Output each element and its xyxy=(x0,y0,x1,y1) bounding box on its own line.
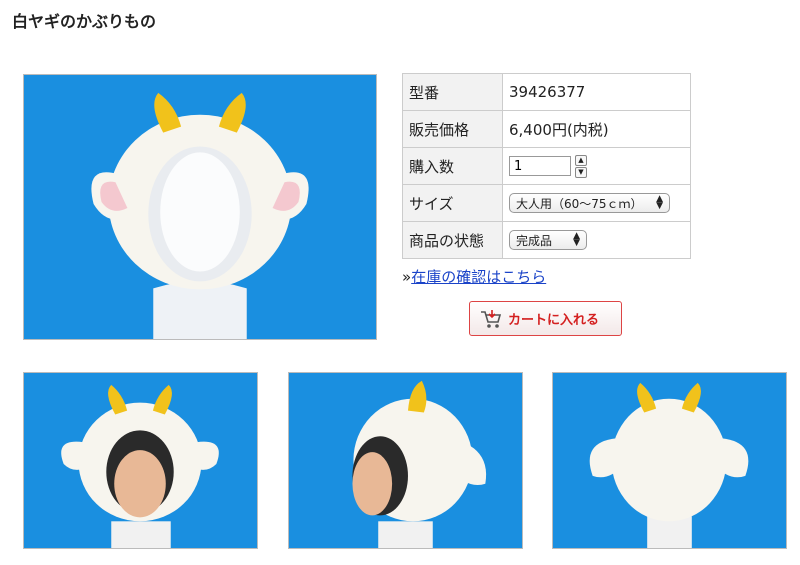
price-label: 販売価格 xyxy=(402,110,503,148)
quantity-input[interactable] xyxy=(509,156,571,176)
size-cell: 大人用（60〜75ｃｍ） ▲ ▼ xyxy=(502,184,691,222)
state-select-value: 完成品 xyxy=(516,233,553,248)
price-value: 6,400円(内税) xyxy=(502,110,691,148)
page-title: 白ヤギのかぶりもの xyxy=(12,12,157,31)
stock-check-link[interactable]: 在庫の確認はこちら xyxy=(411,268,546,286)
spec-row-quantity: 購入数 ▲ ▼ xyxy=(402,147,691,185)
quantity-stepper[interactable]: ▲ ▼ xyxy=(575,154,587,178)
model-value: 39426377 xyxy=(502,73,691,111)
spec-table: 型番 39426377 販売価格 6,400円(内税) 購入数 ▲ ▼ サイズ … xyxy=(402,73,691,259)
size-select-value: 大人用（60〜75ｃｍ） xyxy=(516,196,643,211)
quantity-label: 購入数 xyxy=(402,147,503,185)
state-cell: 完成品 ▲ ▼ xyxy=(502,221,691,259)
thumbnail-image-front[interactable] xyxy=(23,372,258,549)
spec-row-model: 型番 39426377 xyxy=(402,73,691,111)
model-label: 型番 xyxy=(402,73,503,111)
spec-row-state: 商品の状態 完成品 ▲ ▼ xyxy=(402,221,691,259)
main-product-image[interactable] xyxy=(23,74,377,340)
state-label: 商品の状態 xyxy=(402,221,503,259)
stepper-up-icon[interactable]: ▲ xyxy=(575,154,587,166)
state-select[interactable]: 完成品 ▲ ▼ xyxy=(509,230,587,250)
cart-icon xyxy=(481,309,502,328)
add-to-cart-button[interactable]: カートに入れる xyxy=(469,301,622,336)
select-arrows-icon: ▲ ▼ xyxy=(656,194,663,211)
quantity-control: ▲ ▼ xyxy=(509,154,684,178)
size-label: サイズ xyxy=(402,184,503,222)
spec-row-price: 販売価格 6,400円(内税) xyxy=(402,110,691,148)
stepper-down-icon[interactable]: ▼ xyxy=(575,166,587,178)
stock-prefix: » xyxy=(402,268,412,286)
thumbnail-image-side[interactable] xyxy=(288,372,523,549)
stock-check: »在庫の確認はこちら xyxy=(402,266,546,287)
quantity-cell: ▲ ▼ xyxy=(502,147,691,185)
thumbnail-image-back[interactable] xyxy=(552,372,787,549)
select-arrows-icon: ▲ ▼ xyxy=(573,231,580,248)
size-select[interactable]: 大人用（60〜75ｃｍ） ▲ ▼ xyxy=(509,193,670,213)
add-to-cart-label: カートに入れる xyxy=(508,313,600,328)
spec-row-size: サイズ 大人用（60〜75ｃｍ） ▲ ▼ xyxy=(402,184,691,222)
